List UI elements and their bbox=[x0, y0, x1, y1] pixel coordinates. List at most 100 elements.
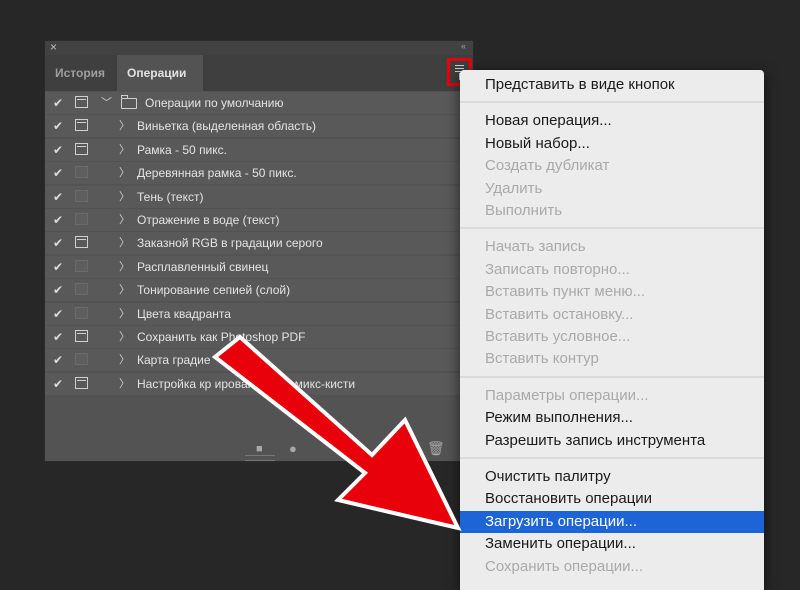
dialog-toggle-icon[interactable] bbox=[75, 259, 88, 272]
chevron-right-icon[interactable]: 〉 bbox=[119, 349, 130, 371]
chevron-right-icon[interactable]: 〉 bbox=[119, 162, 130, 184]
checkmark-icon[interactable]: ✔ bbox=[51, 232, 65, 254]
action-row[interactable]: ✔ 〉 Настройка кр ирования для микс-кисти bbox=[45, 372, 473, 395]
action-row[interactable]: ✔ 〉 Карта градие bbox=[45, 349, 473, 372]
menu-item[interactable]: Новая операция... bbox=[460, 110, 764, 132]
checkmark-icon[interactable]: ✔ bbox=[51, 303, 65, 325]
action-label: Сохранить как Photoshop PDF bbox=[137, 329, 306, 344]
menu-item: Удалить bbox=[485, 179, 543, 197]
panel-tab-bar: История Операции bbox=[45, 55, 473, 91]
chevron-right-icon[interactable]: 〉 bbox=[119, 279, 130, 301]
chevron-right-icon[interactable]: 〉 bbox=[119, 209, 130, 231]
action-row[interactable]: ✔ 〉 Отражение в воде (текст) bbox=[45, 208, 473, 231]
dialog-toggle-icon[interactable] bbox=[75, 96, 88, 108]
action-label: Цвета квадранта bbox=[137, 306, 231, 321]
action-set-row[interactable]: ✔ ﹀ Операции по умолчанию bbox=[45, 92, 473, 114]
action-row[interactable]: ✔ 〉 Деревянная рамка - 50 пикс. bbox=[45, 162, 473, 185]
menu-item[interactable]: Режим выполнения... bbox=[460, 407, 764, 429]
tab-history[interactable]: История bbox=[45, 55, 117, 91]
checkmark-icon[interactable]: ✔ bbox=[51, 373, 65, 395]
checkmark-icon[interactable]: ✔ bbox=[51, 115, 65, 137]
menu-separator bbox=[460, 457, 764, 459]
action-row[interactable]: ✔ 〉 Тонирование сепией (слой) bbox=[45, 279, 473, 302]
dialog-toggle-icon[interactable] bbox=[75, 306, 88, 319]
action-label: Расплавленный свинец bbox=[137, 259, 269, 274]
menu-item: Сохранить операции... bbox=[485, 557, 644, 575]
action-row[interactable]: ✔ 〉 Сохранить как Photoshop PDF bbox=[45, 325, 473, 348]
close-icon[interactable]: × bbox=[50, 40, 57, 54]
menu-separator bbox=[460, 227, 764, 230]
menu-item: Выполнить bbox=[485, 202, 563, 219]
panel-flyout-menu: Представить в виде кнопок Новая операция.… bbox=[460, 70, 764, 590]
dialog-toggle-icon[interactable] bbox=[75, 376, 88, 389]
menu-item: Вставить остановку... bbox=[485, 305, 634, 323]
dialog-toggle-icon[interactable] bbox=[75, 166, 88, 179]
chevron-down-icon[interactable]: ﹀ bbox=[101, 92, 112, 114]
trash-icon[interactable]: 🗑 bbox=[427, 440, 445, 457]
chevron-right-icon[interactable]: 〉 bbox=[119, 303, 130, 325]
menu-item: Записать повторно... bbox=[485, 260, 630, 278]
checkmark-icon[interactable]: ✔ bbox=[51, 139, 65, 161]
stop-icon[interactable]: ■ bbox=[256, 443, 263, 455]
dialog-toggle-icon[interactable] bbox=[75, 329, 88, 342]
action-set-label: Операции по умолчанию bbox=[145, 96, 284, 110]
checkmark-icon[interactable]: ✔ bbox=[51, 186, 65, 208]
checkmark-icon[interactable]: ✔ bbox=[51, 349, 65, 371]
dialog-toggle-icon[interactable] bbox=[75, 212, 88, 225]
chevron-right-icon[interactable]: 〉 bbox=[119, 115, 130, 137]
menu-item[interactable]: Новый набор... bbox=[460, 133, 764, 155]
chevron-right-icon[interactable]: 〉 bbox=[119, 256, 130, 278]
new-action-icon[interactable]: ▢ bbox=[395, 440, 407, 456]
action-label: Тень (текст) bbox=[137, 189, 204, 204]
menu-item[interactable]: Представить в виде кнопок bbox=[460, 74, 764, 96]
chevron-right-icon[interactable]: 〉 bbox=[119, 232, 130, 254]
folder-icon bbox=[121, 95, 137, 109]
menu-item[interactable]: Заменить операции... bbox=[460, 533, 764, 555]
checkmark-icon[interactable]: ✔ bbox=[51, 256, 65, 278]
chevron-right-icon[interactable]: 〉 bbox=[119, 186, 130, 208]
action-label: Деревянная рамка - 50 пикс. bbox=[137, 166, 297, 181]
resize-grip[interactable] bbox=[245, 455, 275, 461]
record-icon[interactable]: ● bbox=[289, 441, 297, 456]
menu-item: Создать дубликат bbox=[485, 157, 610, 175]
dialog-toggle-icon[interactable] bbox=[75, 283, 88, 296]
chevron-right-icon[interactable]: 〉 bbox=[119, 139, 130, 161]
action-row[interactable]: ✔ 〉 Цвета квадранта bbox=[45, 302, 473, 325]
dialog-toggle-icon[interactable] bbox=[75, 142, 88, 155]
action-label: Отражение в воде (текст) bbox=[137, 212, 280, 227]
action-row[interactable]: ✔ 〉 Расплавленный свинец bbox=[45, 255, 473, 278]
action-row[interactable]: ✔ 〉 Тень (текст) bbox=[45, 185, 473, 208]
menu-item: Начать запись bbox=[485, 238, 586, 256]
menu-item: Вставить контур bbox=[485, 350, 599, 368]
chevron-right-icon[interactable]: 〉 bbox=[119, 326, 130, 348]
dialog-toggle-icon[interactable] bbox=[75, 189, 88, 202]
menu-separator bbox=[460, 375, 764, 378]
tab-actions[interactable]: Операции bbox=[117, 55, 203, 91]
action-label: Тонирование сепией (слой) bbox=[137, 283, 291, 298]
menu-item[interactable]: Восстановить операции bbox=[460, 488, 764, 510]
checkmark-icon[interactable]: ✔ bbox=[51, 92, 65, 114]
menu-separator bbox=[460, 101, 764, 104]
action-row[interactable]: ✔ 〉 Заказной RGB в градации серого bbox=[45, 232, 473, 255]
action-label: Рамка - 50 пикс. bbox=[137, 142, 227, 157]
dialog-toggle-icon[interactable] bbox=[75, 353, 88, 366]
panel-footer: ■ ● ▢ 🗑 bbox=[45, 427, 473, 461]
checkmark-icon[interactable]: ✔ bbox=[51, 162, 65, 184]
menu-item[interactable]: Очистить палитру bbox=[460, 466, 764, 488]
action-label: Заказной RGB в градации серого bbox=[137, 236, 323, 251]
action-label: Настройка кр ирования для микс-кисти bbox=[137, 376, 356, 391]
collapse-icon[interactable]: ‹‹ bbox=[461, 41, 466, 51]
dialog-toggle-icon[interactable] bbox=[75, 236, 88, 249]
checkmark-icon[interactable]: ✔ bbox=[51, 209, 65, 231]
menu-item[interactable]: Разрешить запись инструмента bbox=[460, 430, 764, 452]
menu-item[interactable]: Загрузить операции... bbox=[460, 510, 764, 533]
dialog-toggle-icon[interactable] bbox=[75, 119, 88, 132]
menu-item: Параметры операции... bbox=[485, 386, 649, 404]
chevron-right-icon[interactable]: 〉 bbox=[119, 373, 130, 395]
action-row[interactable]: ✔ 〉 Виньетка (выделенная область) bbox=[45, 115, 473, 138]
checkmark-icon[interactable]: ✔ bbox=[51, 279, 65, 301]
action-label: Виньетка (выделенная область) bbox=[137, 119, 317, 134]
action-row[interactable]: ✔ 〉 Рамка - 50 пикс. bbox=[45, 138, 473, 161]
panel-title-bar: × ‹‹ bbox=[45, 40, 473, 55]
checkmark-icon[interactable]: ✔ bbox=[51, 326, 65, 348]
